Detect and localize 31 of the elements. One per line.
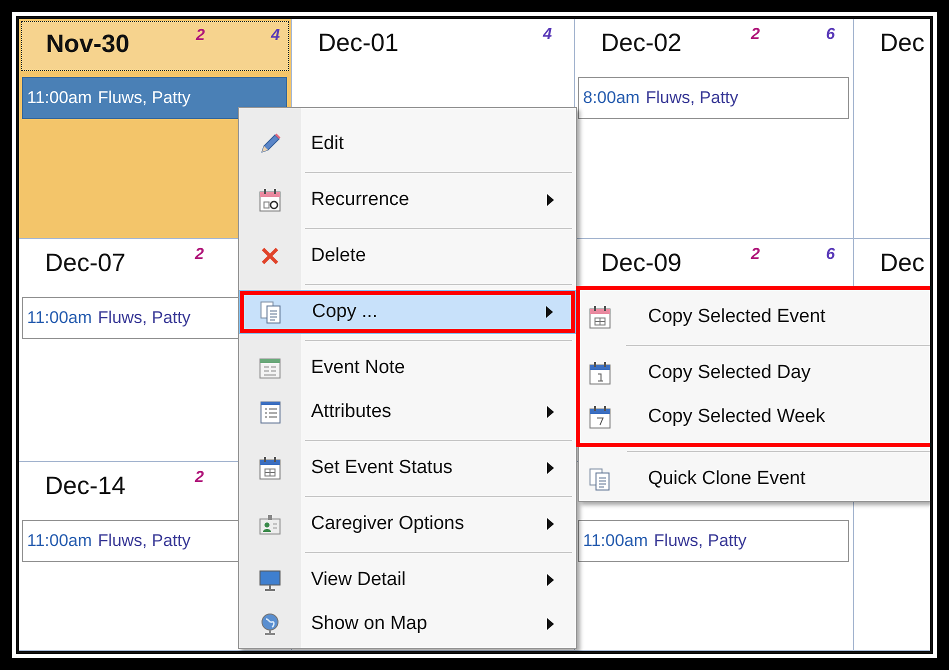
day-date: Dec-14 [45, 471, 127, 502]
menu-item[interactable]: Copy Selected Day [578, 351, 930, 395]
day-date: Nov-30 [46, 29, 130, 60]
menu-item[interactable]: Copy Selected Event [578, 295, 930, 351]
submenu-arrow-icon [547, 518, 554, 530]
day-date: Dec [880, 248, 926, 279]
day-count: 2 [195, 247, 204, 263]
day-date: Dec-09 [601, 248, 683, 279]
day-count: 2 [196, 28, 205, 44]
day-count: 2 [195, 470, 204, 486]
day-count: 2 [751, 27, 760, 43]
day-cell[interactable]: Dec-02 2 6 8:00am Fluws, Patty [575, 19, 854, 239]
day-date: Dec-07 [45, 248, 127, 279]
menu-item[interactable]: Copy Selected Week [578, 395, 930, 439]
day-count: 2 [751, 247, 760, 263]
submenu-arrow-icon [546, 306, 553, 318]
submenu-arrow-icon [547, 194, 554, 206]
event-entry[interactable]: 11:00am Fluws, Patty [578, 520, 849, 562]
day-count: 6 [826, 27, 835, 43]
day-count: 6 [826, 247, 835, 263]
day-date: Dec-02 [601, 28, 683, 59]
submenu-arrow-icon [547, 462, 554, 474]
submenu-arrow-icon [547, 574, 554, 586]
event-entry[interactable]: 11:00am Fluws, Patty [22, 77, 287, 119]
day-date: Dec-01 [318, 28, 400, 59]
event-entry[interactable]: 8:00am Fluws, Patty [578, 77, 849, 119]
submenu-arrow-icon [547, 406, 554, 418]
day-count: 4 [271, 28, 280, 44]
day-count: 4 [543, 27, 552, 43]
submenu-arrow-icon [547, 618, 554, 630]
day-date: Dec [880, 28, 926, 59]
